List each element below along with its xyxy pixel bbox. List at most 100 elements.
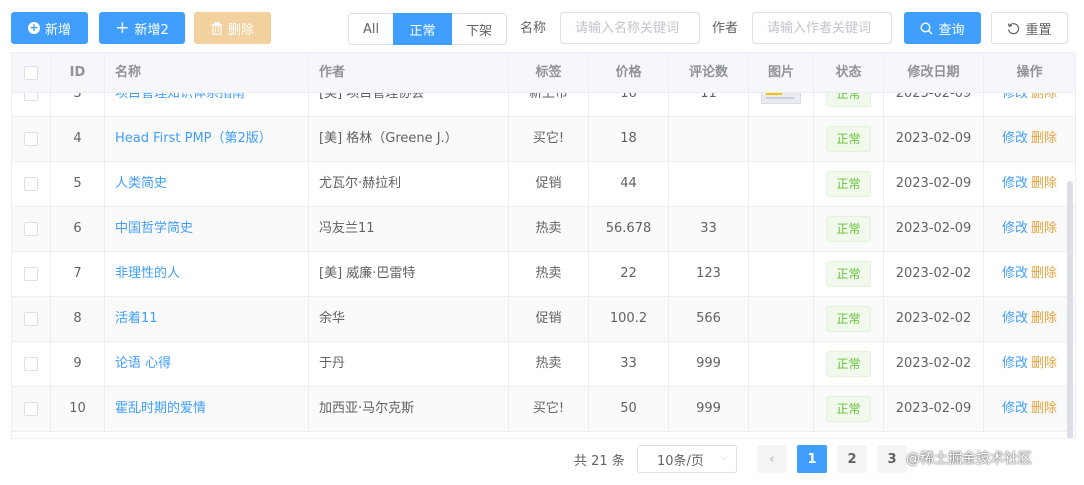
page-size-value: 10条/页: [657, 453, 704, 469]
page-2-button[interactable]: 2: [837, 445, 867, 473]
page-1-button[interactable]: 1: [797, 445, 827, 473]
book-cover-thumbnail[interactable]: [761, 93, 801, 104]
cell-name: 论语 心得: [105, 342, 309, 386]
edit-link[interactable]: 修改: [1002, 221, 1028, 236]
row-select-cell: [12, 117, 51, 161]
cell-status: 正常: [814, 207, 884, 251]
cell-id: 3: [51, 93, 105, 116]
table-row[interactable]: 9 论语 心得 于丹 热卖 33 999 正常 2023-02-02 修改 删除: [12, 342, 1075, 387]
edit-link[interactable]: 修改: [1002, 131, 1028, 146]
cell-name: 活着11: [105, 297, 309, 341]
book-name-link[interactable]: 论语 心得: [115, 356, 171, 371]
cell-tag: 促销: [509, 297, 589, 341]
delete-link[interactable]: 删除: [1031, 266, 1057, 281]
delete-link[interactable]: 删除: [1031, 176, 1057, 191]
delete-link[interactable]: 删除: [1031, 401, 1057, 416]
row-checkbox[interactable]: [24, 266, 38, 281]
table-row[interactable]: 7 非理性的人 [美] 威廉·巴雷特 热卖 22 123 正常 2023-02-02 修改 删除: [12, 252, 1075, 297]
row-checkbox[interactable]: [24, 401, 38, 416]
row-checkbox[interactable]: [24, 356, 38, 371]
cell-status: 正常: [814, 297, 884, 341]
cell-actions: 修改 删除: [984, 117, 1075, 161]
page-3-button[interactable]: 3: [877, 445, 907, 473]
edit-link[interactable]: 修改: [1002, 356, 1028, 371]
column-header-name[interactable]: 名称: [105, 53, 309, 93]
book-name-link[interactable]: 非理性的人: [115, 266, 180, 281]
table-body[interactable]: 3 项目管理知识体系指南 [美] 项目管理协会 新上市 16 11 正常 2023-02-09…: [12, 93, 1075, 438]
table-row[interactable]: 5 人类简史 尤瓦尔·赫拉利 促销 44 正常 2023-02-09 修改 删除: [12, 162, 1075, 207]
name-search-input[interactable]: [560, 12, 700, 44]
cell-name: 非理性的人: [105, 252, 309, 296]
cell-actions: 修改 删除: [984, 342, 1075, 386]
column-header-comments[interactable]: 评论数: [669, 53, 749, 93]
column-header-status[interactable]: 状态: [814, 53, 884, 93]
status-option-normal[interactable]: 正常: [393, 13, 452, 45]
row-checkbox[interactable]: [24, 221, 38, 236]
delete-link[interactable]: 删除: [1031, 356, 1057, 371]
book-name-link[interactable]: Head First PMP（第2版）: [115, 131, 272, 146]
column-header-date[interactable]: 修改日期: [884, 53, 984, 93]
row-checkbox[interactable]: [24, 93, 38, 101]
status-option-all[interactable]: All: [348, 13, 394, 45]
cell-tag: 新上市: [509, 93, 589, 116]
status-badge: 正常: [826, 170, 871, 197]
author-search-input[interactable]: [752, 12, 892, 44]
delete-link[interactable]: 删除: [1031, 93, 1057, 101]
cell-status: 正常: [814, 162, 884, 206]
delete-button[interactable]: 删除: [194, 12, 271, 44]
select-all-checkbox[interactable]: [24, 65, 38, 80]
query-button[interactable]: 查询: [904, 12, 981, 44]
row-select-cell: [12, 207, 51, 251]
delete-link[interactable]: 删除: [1031, 131, 1057, 146]
edit-link[interactable]: 修改: [1002, 266, 1028, 281]
cell-status: 正常: [814, 342, 884, 386]
table-row[interactable]: 6 中国哲学简史 冯友兰11 热卖 56.678 33 正常 2023-02-09 修改 删除: [12, 207, 1075, 252]
status-badge: 正常: [826, 215, 871, 242]
plus-icon: +: [115, 17, 130, 38]
reset-button[interactable]: 重置: [991, 12, 1068, 44]
table-rows: 3 项目管理知识体系指南 [美] 项目管理协会 新上市 16 11 正常 2023-02-09…: [12, 93, 1075, 432]
edit-link[interactable]: 修改: [1002, 401, 1028, 416]
cell-id: 10: [51, 387, 105, 431]
book-name-link[interactable]: 人类简史: [115, 176, 167, 191]
status-option-offline[interactable]: 下架: [451, 13, 507, 45]
cell-date: 2023-02-09: [884, 93, 984, 116]
row-checkbox[interactable]: [24, 131, 38, 146]
book-name-link[interactable]: 霍乱时期的爱情: [115, 401, 206, 416]
table-row[interactable]: 4 Head First PMP（第2版） [美] 格林（Greene J.） 买它!…: [12, 117, 1075, 162]
table-row[interactable]: 3 项目管理知识体系指南 [美] 项目管理协会 新上市 16 11 正常 2023-02-09…: [12, 93, 1075, 117]
add2-button[interactable]: + 新增2: [99, 12, 185, 44]
table-row[interactable]: 8 活着11 余华 促销 100.2 566 正常 2023-02-02 修改 删除: [12, 297, 1075, 342]
edit-link[interactable]: 修改: [1002, 311, 1028, 326]
column-header-id[interactable]: ID: [51, 53, 105, 93]
row-checkbox[interactable]: [24, 176, 38, 191]
book-name-link[interactable]: 中国哲学简史: [115, 221, 193, 236]
column-header-author[interactable]: 作者: [309, 53, 509, 93]
cell-tag: 促销: [509, 162, 589, 206]
column-header-tag[interactable]: 标签: [509, 53, 589, 93]
query-button-label: 查询: [938, 22, 965, 38]
cell-status: 正常: [814, 93, 884, 116]
cell-image: [749, 162, 814, 206]
table-scrollbar[interactable]: [1067, 181, 1073, 438]
cell-comments: 999: [669, 342, 749, 386]
cell-date: 2023-02-09: [884, 117, 984, 161]
cell-id: 8: [51, 297, 105, 341]
prev-page-button[interactable]: ‹: [757, 445, 787, 473]
cell-price: 100.2: [589, 297, 669, 341]
book-name-link[interactable]: 项目管理知识体系指南: [115, 93, 245, 101]
cell-status: 正常: [814, 117, 884, 161]
edit-link[interactable]: 修改: [1002, 176, 1028, 191]
edit-link[interactable]: 修改: [1002, 93, 1028, 101]
cell-comments: 123: [669, 252, 749, 296]
cell-actions: 修改 删除: [984, 297, 1075, 341]
add-button[interactable]: + 新增: [11, 12, 88, 44]
delete-link[interactable]: 删除: [1031, 311, 1057, 326]
row-checkbox[interactable]: [24, 311, 38, 326]
page-size-select[interactable]: 10条/页 ⌵: [637, 445, 737, 473]
delete-link[interactable]: 删除: [1031, 221, 1057, 236]
column-header-price[interactable]: 价格: [589, 53, 669, 93]
table-row[interactable]: 10 霍乱时期的爱情 加西亚·马尔克斯 买它! 50 999 正常 2023-02-09 修改删…: [12, 387, 1075, 432]
cell-date: 2023-02-09: [884, 207, 984, 251]
book-name-link[interactable]: 活着11: [115, 311, 158, 326]
